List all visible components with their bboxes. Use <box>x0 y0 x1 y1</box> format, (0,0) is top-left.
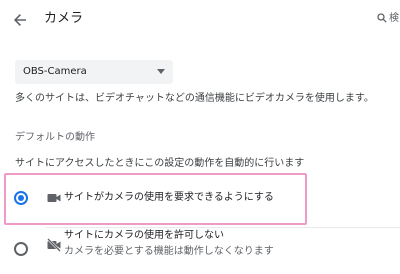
default-behavior-subtitle: サイトにアクセスしたときにこの設定の動作を自動的に行います <box>15 158 305 169</box>
option-block[interactable]: サイトにカメラの使用を許可しない カメラを必要とする機能は動作しなくなります <box>8 229 400 269</box>
search-placeholder: 検 <box>389 13 399 24</box>
camera-device-select[interactable]: OBS-Camera <box>15 60 173 84</box>
default-behavior-heading: デフォルトの動作 <box>15 132 95 143</box>
option-allow-ask[interactable]: サイトがカメラの使用を要求できるようにする <box>8 178 400 218</box>
search-field[interactable]: 検 <box>374 11 400 29</box>
back-button[interactable] <box>10 10 30 30</box>
camera-device-value: OBS-Camera <box>23 66 87 77</box>
arrow-left-icon <box>14 14 26 26</box>
dropdown-arrow-icon <box>157 69 165 74</box>
videocam-icon <box>47 194 61 202</box>
radio-allow-ask[interactable] <box>14 191 28 205</box>
search-icon <box>377 13 387 23</box>
option-allow-ask-label: サイトがカメラの使用を要求できるようにする <box>64 192 274 203</box>
option-block-sublabel: カメラを必要とする機能は動作しなくなります <box>64 246 274 257</box>
page-title: カメラ <box>44 11 84 26</box>
option-block-label: サイトにカメラの使用を許可しない <box>64 230 224 241</box>
camera-description: 多くのサイトは、ビデオチャットなどの通信機能にビデオカメラを使用します。 <box>15 93 374 104</box>
page-header: カメラ 検 <box>0 0 400 40</box>
radio-block[interactable] <box>14 242 28 256</box>
videocam-off-icon <box>47 238 61 252</box>
